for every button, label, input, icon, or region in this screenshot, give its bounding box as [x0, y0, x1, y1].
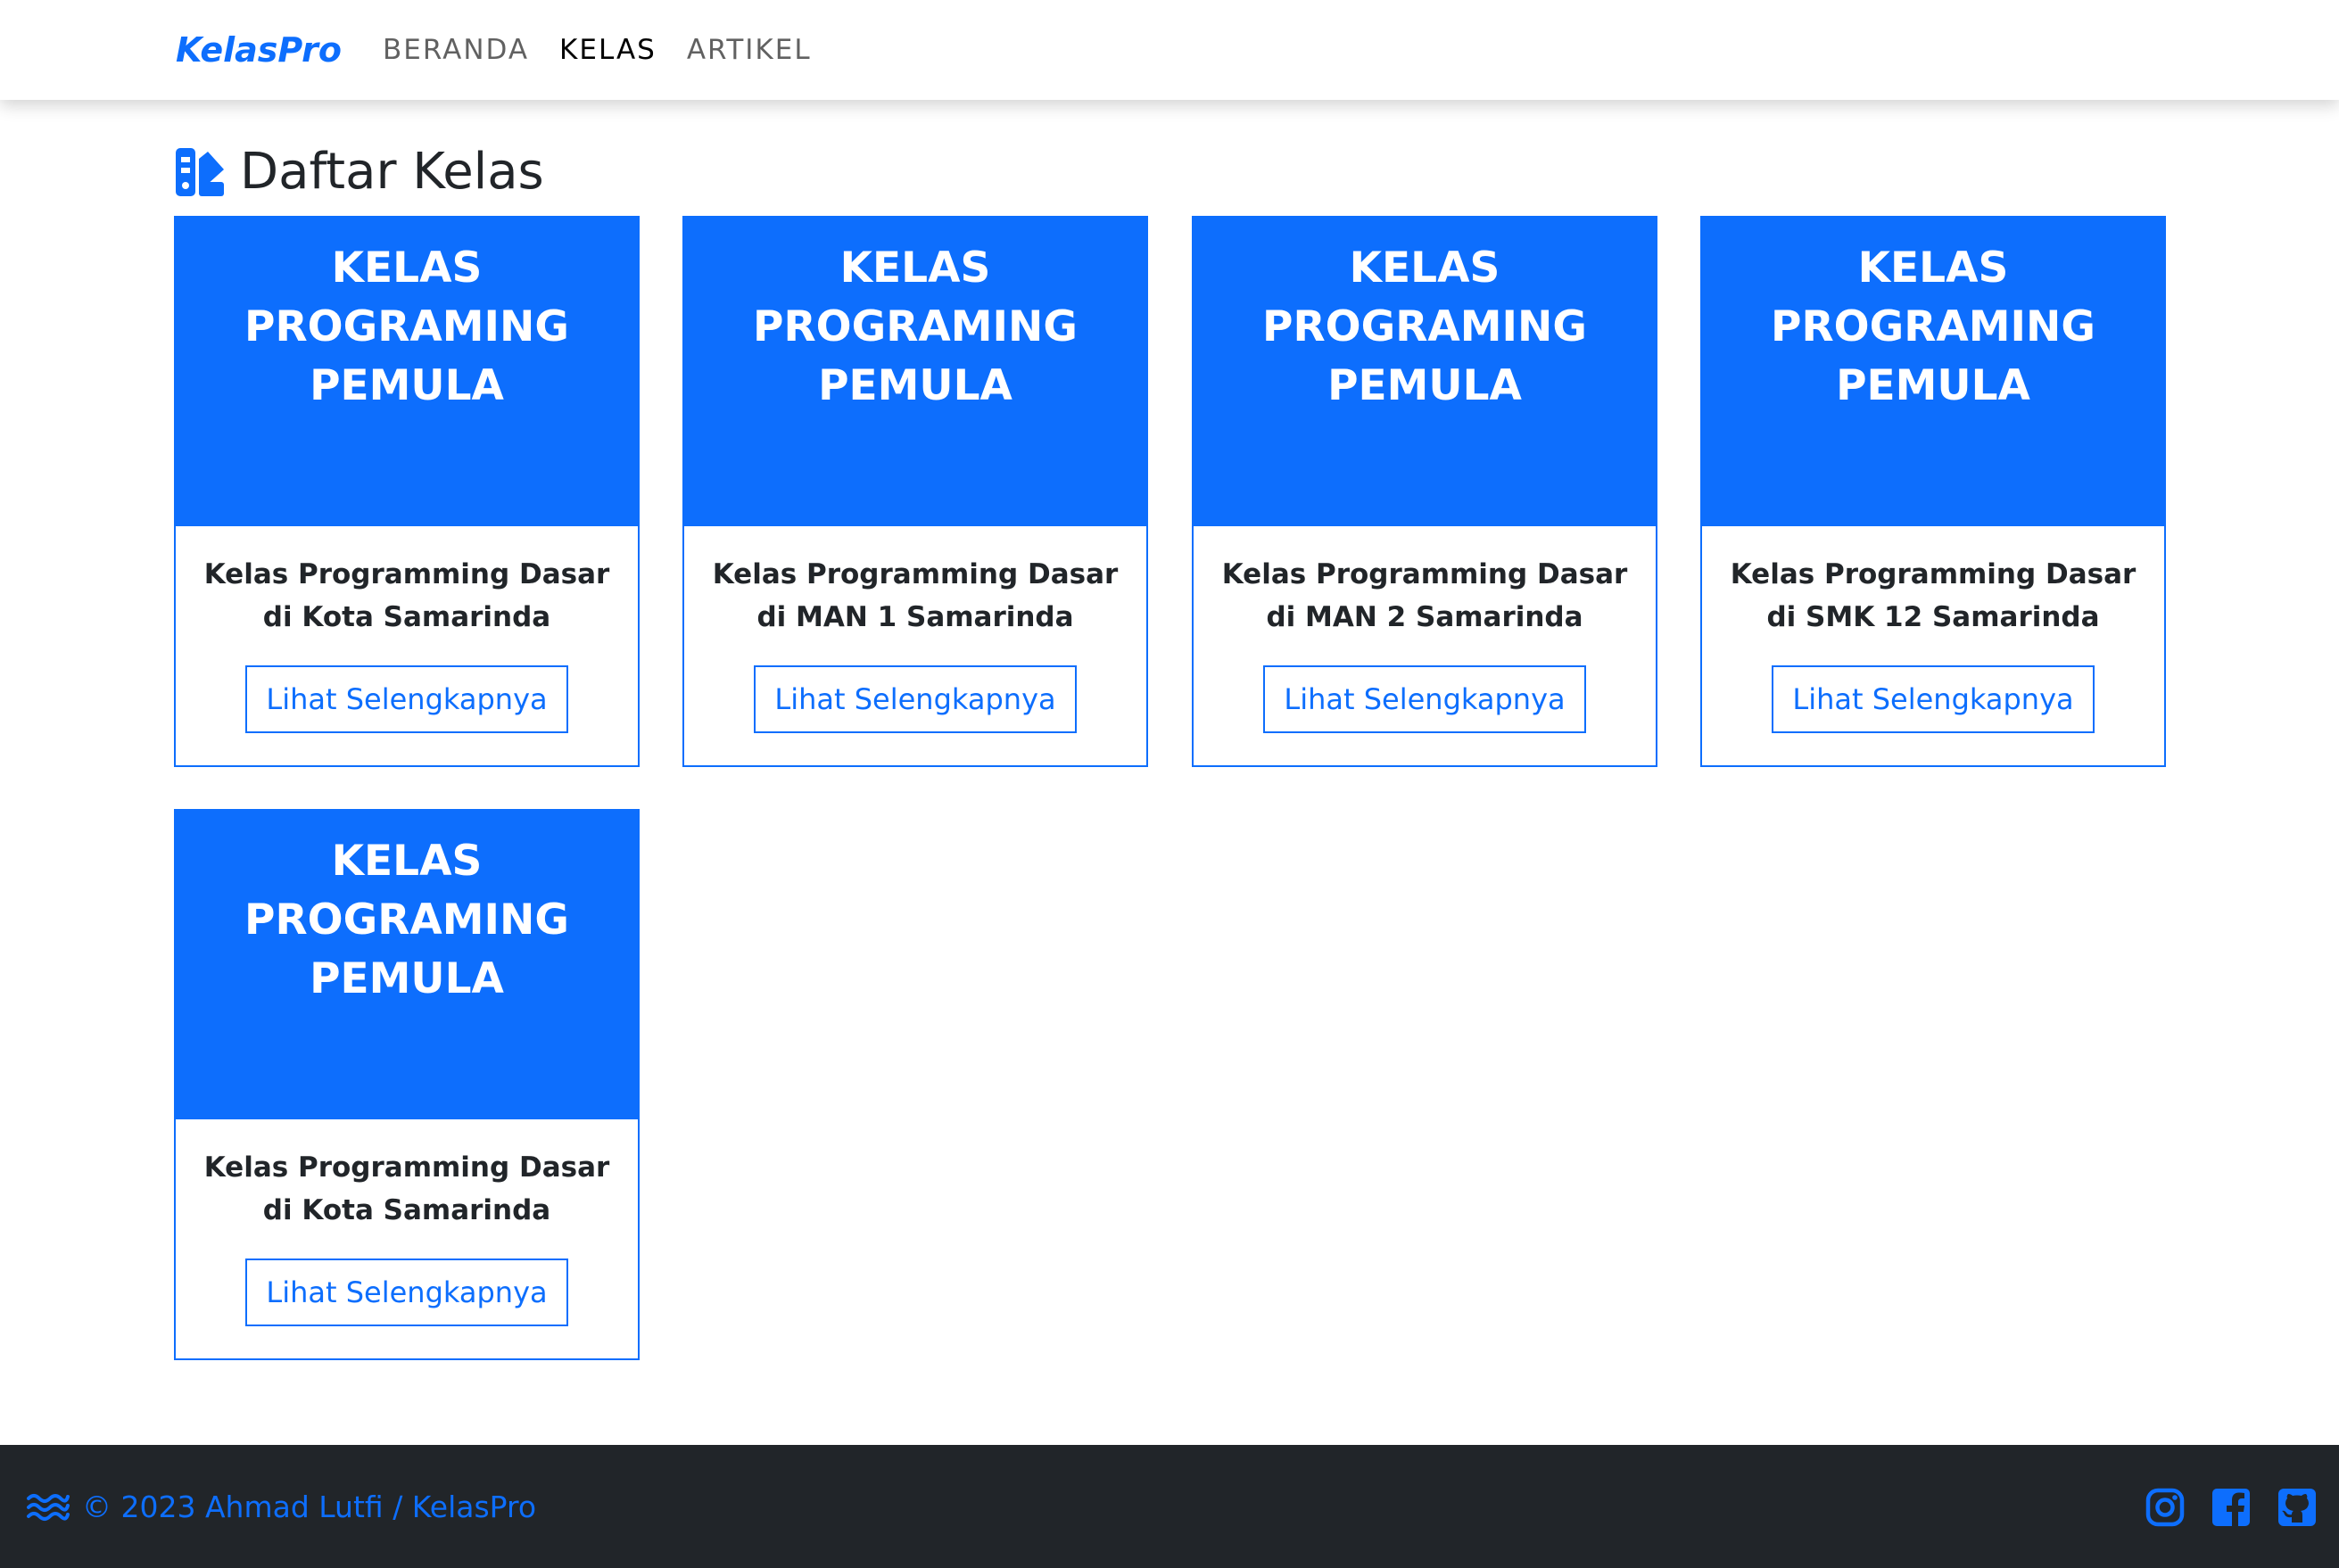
class-card: KELAS PROGRAMING PEMULA Kelas Programmin… — [174, 216, 640, 767]
view-details-button[interactable]: Lihat Selengkapnya — [1263, 665, 1586, 733]
footer: © 2023 Ahmad Lutfi / KelasPro — [0, 1445, 2339, 1568]
brand-logo[interactable]: KelasPro — [176, 30, 342, 70]
card-description: Kelas Programming Dasar di MAN 2 Samarin… — [1221, 558, 1628, 633]
class-card: KELAS PROGRAMING PEMULA Kelas Programmin… — [1700, 216, 2166, 767]
card-header: KELAS PROGRAMING PEMULA — [1194, 218, 1656, 526]
github-icon[interactable] — [2277, 1487, 2318, 1528]
page-heading: Daftar Kelas — [174, 143, 544, 201]
nav-link-artikel[interactable]: ARTIKEL — [687, 34, 812, 66]
card-body: Kelas Programming Dasar di Kota Samarind… — [176, 1119, 638, 1326]
card-body: Kelas Programming Dasar di MAN 1 Samarin… — [684, 526, 1146, 733]
card-header-text: KELAS PROGRAMING PEMULA — [1262, 243, 1587, 410]
navbar: KelasPro BERANDA KELAS ARTIKEL — [0, 0, 2339, 100]
view-details-button[interactable]: Lihat Selengkapnya — [754, 665, 1077, 733]
card-description: Kelas Programming Dasar di Kota Samarind… — [203, 1151, 610, 1226]
card-header-text: KELAS PROGRAMING PEMULA — [244, 837, 569, 1003]
card-body: Kelas Programming Dasar di SMK 12 Samari… — [1702, 526, 2164, 733]
card-body: Kelas Programming Dasar di Kota Samarind… — [176, 526, 638, 733]
nav-link-beranda[interactable]: BERANDA — [383, 34, 529, 66]
class-card: KELAS PROGRAMING PEMULA Kelas Programmin… — [174, 809, 640, 1360]
card-header: KELAS PROGRAMING PEMULA — [176, 811, 638, 1119]
card-header: KELAS PROGRAMING PEMULA — [1702, 218, 2164, 526]
class-card: KELAS PROGRAMING PEMULA Kelas Programmin… — [682, 216, 1148, 767]
footer-copyright: © 2023 Ahmad Lutfi / KelasPro — [82, 1489, 537, 1524]
card-description: Kelas Programming Dasar di Kota Samarind… — [203, 558, 610, 633]
card-header-text: KELAS PROGRAMING PEMULA — [244, 243, 569, 410]
card-header-text: KELAS PROGRAMING PEMULA — [1771, 243, 2095, 410]
social-links — [2120, 1487, 2318, 1528]
class-card: KELAS PROGRAMING PEMULA Kelas Programmin… — [1192, 216, 1657, 767]
card-description: Kelas Programming Dasar di SMK 12 Samari… — [1730, 558, 2137, 633]
card-body: Kelas Programming Dasar di MAN 2 Samarin… — [1194, 526, 1656, 733]
page-title: Daftar Kelas — [240, 143, 544, 201]
view-details-button[interactable]: Lihat Selengkapnya — [245, 665, 568, 733]
card-description: Kelas Programming Dasar di MAN 1 Samarin… — [712, 558, 1119, 633]
view-details-button[interactable]: Lihat Selengkapnya — [245, 1259, 568, 1326]
swatch-book-icon — [176, 147, 224, 196]
instagram-icon[interactable] — [2145, 1487, 2186, 1528]
water-waves-icon — [27, 1494, 70, 1521]
card-header: KELAS PROGRAMING PEMULA — [684, 218, 1146, 526]
card-header-text: KELAS PROGRAMING PEMULA — [753, 243, 1078, 410]
facebook-icon[interactable] — [2211, 1487, 2252, 1528]
nav-link-kelas[interactable]: KELAS — [559, 34, 657, 66]
view-details-button[interactable]: Lihat Selengkapnya — [1772, 665, 2095, 733]
card-header: KELAS PROGRAMING PEMULA — [176, 218, 638, 526]
